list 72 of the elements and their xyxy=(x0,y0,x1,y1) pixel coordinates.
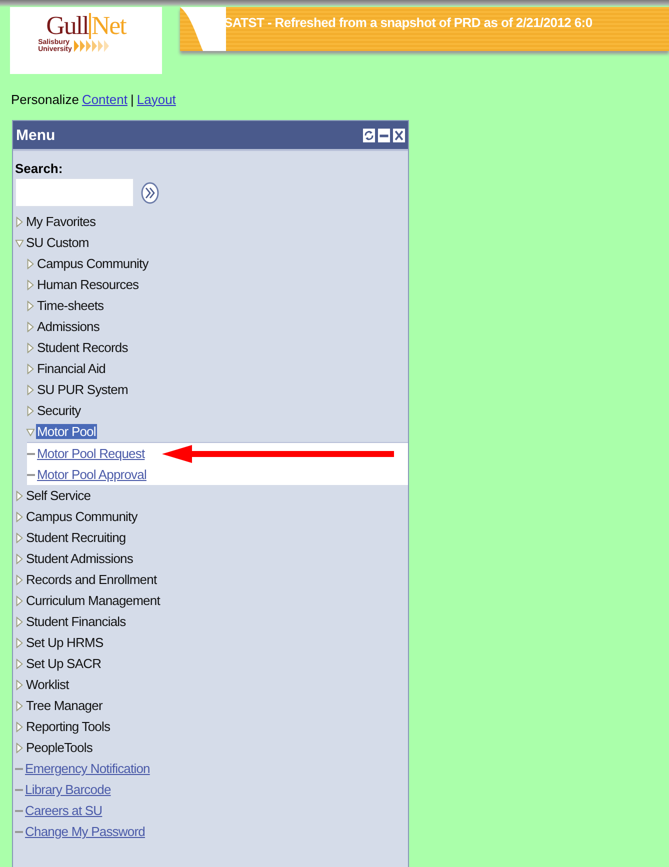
collapsed-triangle-icon[interactable] xyxy=(15,616,24,628)
menu-folder[interactable]: Records and Enrollment xyxy=(25,572,158,587)
menu-link[interactable]: Library Barcode xyxy=(25,782,111,797)
banner-text: SATST - Refreshed from a snapshot of PRD as of 2/21/2012 6:0 xyxy=(224,15,592,30)
logo-text: Gull xyxy=(46,13,92,39)
collapsed-triangle-icon[interactable] xyxy=(15,700,24,712)
dash-icon xyxy=(27,474,35,476)
menu-folder[interactable]: Worklist xyxy=(25,677,70,692)
collapsed-triangle-icon[interactable] xyxy=(15,552,24,564)
collapsed-triangle-icon[interactable] xyxy=(26,404,35,416)
menu-folder[interactable]: Admissions xyxy=(36,319,100,334)
dash-icon xyxy=(15,810,23,812)
collapsed-triangle-icon[interactable] xyxy=(15,574,24,586)
content-link[interactable]: Content xyxy=(82,92,128,106)
menu-folder[interactable]: Human Resources xyxy=(36,277,140,292)
menu-folder[interactable]: Student Records xyxy=(36,340,129,355)
menu-link[interactable]: Careers at SU xyxy=(25,803,102,818)
menu-folder[interactable]: SU Custom xyxy=(25,235,90,250)
dash-icon xyxy=(27,452,35,454)
menu-folder[interactable]: Student Admissions xyxy=(25,551,134,566)
separator: | xyxy=(130,92,134,106)
menu-folder[interactable]: Security xyxy=(36,403,82,418)
collapsed-triangle-icon[interactable] xyxy=(15,742,24,754)
collapsed-triangle-icon[interactable] xyxy=(15,594,24,606)
search-label: Search: xyxy=(15,161,64,176)
minimize-icon[interactable] xyxy=(378,128,390,142)
menu-folder[interactable]: Set Up HRMS xyxy=(25,635,104,650)
menu-folder[interactable]: Self Service xyxy=(25,488,92,503)
dash-icon xyxy=(15,830,23,832)
collapsed-triangle-icon[interactable] xyxy=(26,384,35,396)
refresh-icon[interactable] xyxy=(363,128,375,142)
menu-folder[interactable]: Campus Community xyxy=(36,256,150,271)
menu-link[interactable]: Change My Password xyxy=(25,824,145,839)
menu-folder[interactable]: Student Financials xyxy=(25,614,127,629)
banner-curl xyxy=(180,7,226,51)
search-field[interactable] xyxy=(15,178,134,207)
collapsed-triangle-icon[interactable] xyxy=(15,510,24,522)
menu-link[interactable]: Motor Pool Request xyxy=(37,446,145,461)
personalize-label: Personalize xyxy=(11,92,79,106)
collapsed-triangle-icon[interactable] xyxy=(26,300,35,312)
menu-link[interactable]: Emergency Notification xyxy=(25,761,150,776)
menu-folder[interactable]: Student Recruiting xyxy=(25,530,127,545)
collapsed-triangle-icon[interactable] xyxy=(15,678,24,690)
dash-icon xyxy=(15,788,23,790)
menu-folder[interactable]: Tree Manager xyxy=(25,698,104,713)
menu-folder[interactable]: SU PUR System xyxy=(36,382,129,397)
collapsed-triangle-icon[interactable] xyxy=(26,362,35,374)
collapsed-triangle-icon[interactable] xyxy=(26,320,35,332)
collapsed-triangle-icon[interactable] xyxy=(15,636,24,648)
go-icon[interactable] xyxy=(141,182,159,204)
dash-icon xyxy=(15,768,23,770)
collapsed-triangle-icon[interactable] xyxy=(15,532,24,544)
collapsed-triangle-icon[interactable] xyxy=(26,258,35,270)
layout-link[interactable]: Layout xyxy=(136,92,176,106)
menu-folder[interactable]: My Favorites xyxy=(25,214,97,229)
close-icon[interactable] xyxy=(393,128,405,142)
collapsed-triangle-icon[interactable] xyxy=(15,216,24,228)
menu-folder[interactable]: Curriculum Management xyxy=(25,593,161,608)
menu-folder[interactable]: PeopleTools xyxy=(25,740,94,755)
logo-text: Net xyxy=(91,13,126,39)
collapsed-triangle-icon[interactable] xyxy=(15,720,24,732)
menu-folder[interactable]: Time-sheets xyxy=(36,298,105,313)
menu-folder[interactable]: Set Up SACR xyxy=(25,656,102,671)
collapsed-triangle-icon[interactable] xyxy=(26,342,35,354)
menu-title: Menu xyxy=(16,126,56,144)
menu-folder[interactable]: Reporting Tools xyxy=(25,719,112,734)
collapsed-triangle-icon[interactable] xyxy=(15,490,24,502)
menu-folder[interactable]: Motor Pool xyxy=(36,424,97,439)
collapsed-triangle-icon[interactable] xyxy=(15,658,24,670)
menu-folder[interactable]: Campus Community xyxy=(25,509,138,524)
collapsed-triangle-icon[interactable] xyxy=(26,278,35,290)
menu-folder[interactable]: Financial Aid xyxy=(36,361,107,376)
